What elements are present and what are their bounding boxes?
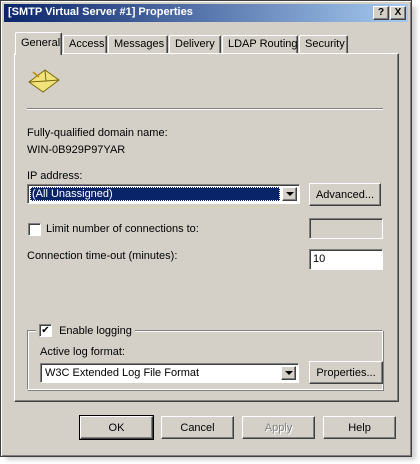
log-format-label: Active log format: — [40, 346, 125, 358]
apply-button[interactable]: Apply — [242, 416, 315, 439]
log-format-select[interactable]: W3C Extended Log File Format — [40, 363, 299, 383]
fqdn-label: Fully-qualified domain name: — [27, 127, 168, 139]
logging-group: ✔ Enable logging Active log format: W3C … — [27, 324, 383, 390]
tab-messages[interactable]: Messages — [108, 35, 168, 54]
tab-security[interactable]: Security — [299, 35, 348, 54]
properties-dialog: [SMTP Virtual Server #1] Properties ? X … — [0, 0, 412, 457]
timeout-input[interactable]: 10 — [309, 249, 383, 270]
ok-button[interactable]: OK — [79, 415, 154, 440]
help-title-button[interactable]: ? — [373, 6, 389, 20]
title-bar[interactable]: [SMTP Virtual Server #1] Properties ? X — [4, 4, 408, 22]
ip-address-select[interactable]: (All Unassigned) — [27, 184, 300, 204]
close-title-button[interactable]: X — [390, 6, 406, 20]
chevron-down-icon[interactable] — [281, 366, 296, 380]
limit-connections-checkbox[interactable] — [28, 223, 41, 236]
general-tab-panel: Fully-qualified domain name: WIN-0B929P9… — [14, 53, 399, 402]
limit-connections-input[interactable] — [309, 218, 383, 239]
enable-logging-label: Enable logging — [59, 324, 132, 337]
fqdn-value: WIN-0B929P97YAR — [27, 144, 126, 156]
ip-address-value: (All Unassigned) — [30, 187, 280, 201]
smtp-envelope-icon — [28, 69, 60, 93]
enable-logging-checkbox[interactable]: ✔ — [39, 324, 52, 337]
header-separator — [27, 108, 383, 110]
tab-access[interactable]: Access — [63, 35, 107, 54]
tab-delivery[interactable]: Delivery — [169, 35, 221, 54]
cancel-button[interactable]: Cancel — [161, 416, 234, 439]
advanced-button[interactable]: Advanced... — [309, 183, 381, 206]
help-button[interactable]: Help — [323, 416, 396, 439]
ip-address-label: IP address: — [27, 170, 83, 182]
logging-legend: ✔ Enable logging — [36, 324, 135, 337]
window-title: [SMTP Virtual Server #1] Properties — [8, 6, 193, 18]
limit-connections-label: Limit number of connections to: — [46, 223, 199, 235]
timeout-label: Connection time-out (minutes): — [27, 250, 178, 262]
log-properties-button[interactable]: Properties... — [309, 361, 383, 384]
chevron-down-icon[interactable] — [282, 187, 297, 201]
log-format-value: W3C Extended Log File Format — [45, 367, 200, 379]
tab-general[interactable]: General — [15, 32, 62, 55]
tab-ldap-routing[interactable]: LDAP Routing — [222, 35, 298, 54]
